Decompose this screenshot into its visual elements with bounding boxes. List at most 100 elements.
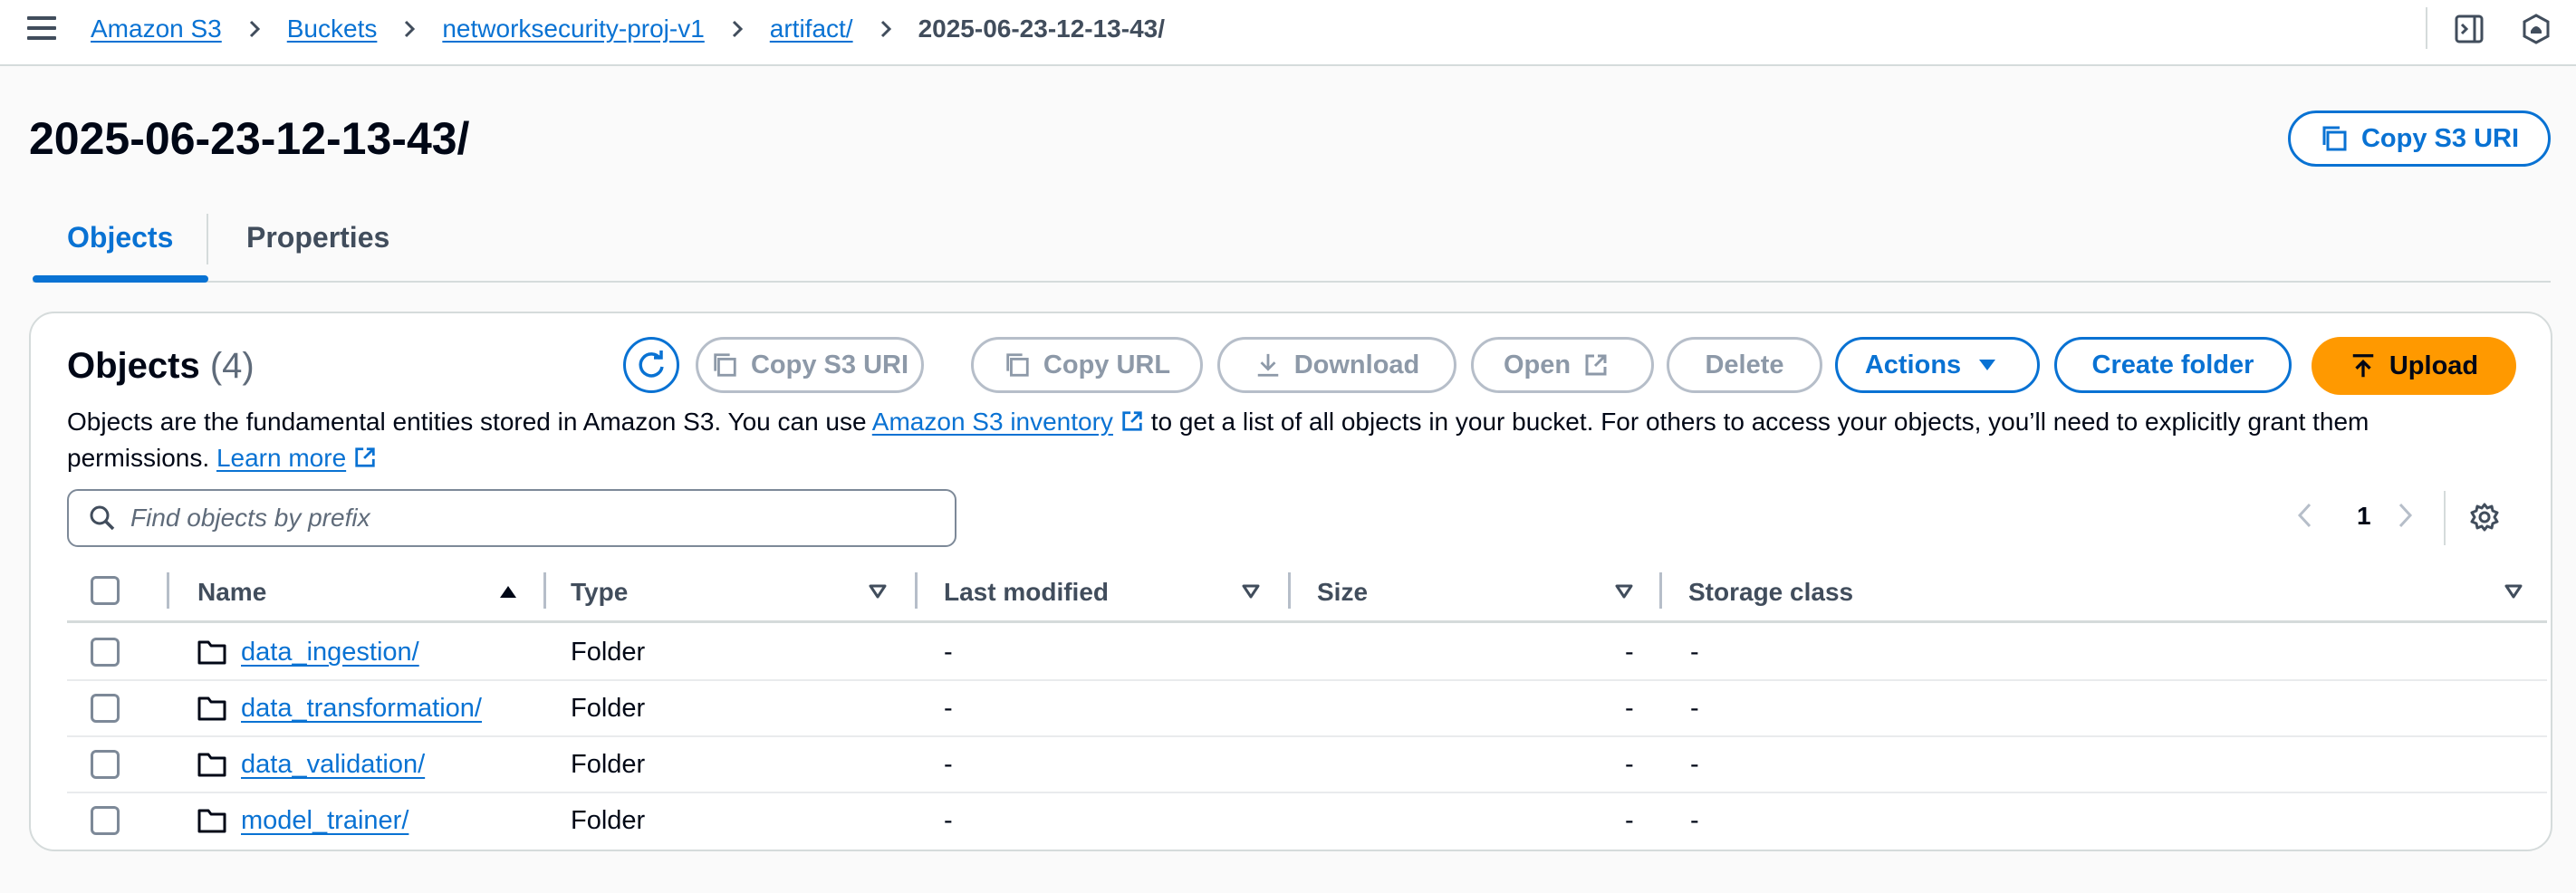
object-type: Folder (571, 750, 646, 779)
row-checkbox[interactable] (91, 694, 120, 723)
column-divider (915, 572, 918, 609)
object-name-link[interactable]: data_transformation/ (241, 694, 482, 724)
column-header-name[interactable]: Name (197, 578, 266, 607)
pager-divider (2444, 491, 2446, 545)
chevron-right-icon (728, 20, 746, 38)
search-input[interactable] (130, 504, 909, 533)
actions-label: Actions (1864, 350, 1962, 379)
column-divider (1288, 572, 1291, 609)
sort-ascending-icon[interactable] (498, 583, 518, 600)
external-link-icon (1122, 411, 1142, 431)
external-link-icon (1585, 354, 1607, 376)
copy-icon (2322, 126, 2347, 151)
sort-icon[interactable] (1241, 583, 1261, 600)
objects-description: Objects are the fundamental entities sto… (67, 404, 2513, 476)
upload-button[interactable]: Upload (2312, 337, 2516, 395)
column-header-size[interactable]: Size (1317, 578, 1368, 607)
chevron-left-icon[interactable] (2295, 502, 2313, 533)
copy-url-button[interactable]: Copy URL (971, 337, 1203, 393)
table-row: model_trainer/ Folder - - - (67, 793, 2547, 850)
refresh-icon (639, 350, 664, 378)
row-checkbox[interactable] (91, 806, 120, 835)
column-divider (167, 572, 169, 609)
create-folder-label: Create folder (2091, 350, 2254, 379)
objects-count: (4) (209, 346, 255, 386)
breadcrumb: Amazon S3 Buckets networksecurity-proj-v… (91, 13, 1165, 45)
object-size: - (1625, 694, 1634, 723)
menu-icon[interactable] (27, 16, 56, 40)
column-header-last-modified[interactable]: Last modified (944, 578, 1109, 607)
refresh-button[interactable] (623, 337, 679, 393)
upload-label: Upload (2389, 350, 2479, 380)
sort-icon[interactable] (868, 583, 888, 600)
object-last-modified: - (944, 638, 953, 667)
copy-s3-uri-label: Copy S3 URI (2360, 123, 2520, 153)
copy-s3-uri-header-button[interactable]: Copy S3 URI (2288, 110, 2551, 167)
sort-icon[interactable] (2504, 583, 2523, 600)
column-header-storage-class[interactable]: Storage class (1688, 578, 1853, 607)
object-storage-class: - (1690, 638, 1699, 667)
objects-panel: Objects (4) Copy S3 URI Copy URL Downloa… (29, 312, 2552, 851)
breadcrumb-buckets[interactable]: Buckets (287, 14, 378, 43)
object-name-link[interactable]: data_ingestion/ (241, 638, 419, 667)
object-last-modified: - (944, 750, 953, 779)
row-checkbox[interactable] (91, 638, 120, 667)
table-header: Name Type Last modified Size Storage cla… (67, 567, 2547, 623)
tabs: Objects Properties (33, 212, 2551, 283)
open-button[interactable]: Open (1471, 337, 1654, 393)
copy-s3-uri-label: Copy S3 URI (750, 350, 909, 379)
table-row: data_transformation/ Folder - - - (67, 681, 2547, 737)
notification-icon[interactable] (2520, 13, 2552, 45)
folder-icon (197, 640, 226, 665)
tab-properties[interactable]: Properties (246, 221, 389, 254)
object-last-modified: - (944, 694, 953, 723)
object-name-link[interactable]: data_validation/ (241, 750, 425, 780)
download-button[interactable]: Download (1217, 337, 1456, 393)
chevron-right-icon (877, 20, 895, 38)
select-all-checkbox[interactable] (91, 576, 120, 605)
page-number[interactable]: 1 (2357, 502, 2371, 531)
upload-icon (2352, 354, 2374, 378)
topbar-divider (2426, 7, 2427, 49)
column-header-type[interactable]: Type (571, 578, 628, 607)
delete-label: Delete (1705, 350, 1784, 379)
object-type: Folder (571, 806, 646, 835)
breadcrumb-bucket[interactable]: networksecurity-proj-v1 (442, 14, 704, 43)
download-label: Download (1293, 350, 1420, 379)
search-box (67, 489, 956, 547)
object-last-modified: - (944, 806, 953, 835)
breadcrumb-current: 2025-06-23-12-13-43/ (918, 14, 1166, 43)
chevron-right-icon (400, 20, 418, 38)
object-name-link[interactable]: model_trainer/ (241, 806, 409, 836)
open-label: Open (1503, 350, 1572, 379)
folder-icon (197, 809, 226, 833)
breadcrumb-artifact[interactable]: artifact/ (770, 14, 853, 43)
sort-icon[interactable] (1614, 583, 1634, 600)
breadcrumb-amazon-s3[interactable]: Amazon S3 (91, 14, 222, 43)
object-type: Folder (571, 694, 646, 723)
caret-down-icon (1979, 360, 1996, 370)
download-icon (1257, 353, 1278, 377)
learn-more-link[interactable]: Learn more (216, 444, 346, 472)
table-row: data_ingestion/ Folder - - - (67, 625, 2547, 681)
inventory-link[interactable]: Amazon S3 inventory (872, 408, 1113, 436)
tab-objects[interactable]: Objects (67, 221, 173, 254)
row-checkbox[interactable] (91, 750, 120, 779)
gear-icon[interactable] (2469, 502, 2500, 537)
column-divider (1659, 572, 1662, 609)
folder-icon (197, 753, 226, 777)
active-tab-indicator (33, 275, 208, 283)
objects-heading: Objects (4) (67, 346, 255, 387)
folder-icon (197, 696, 226, 721)
create-folder-button[interactable]: Create folder (2054, 337, 2292, 393)
side-panel-icon[interactable] (2453, 13, 2485, 45)
actions-dropdown[interactable]: Actions (1835, 337, 2040, 393)
copy-s3-uri-button[interactable]: Copy S3 URI (696, 337, 924, 393)
delete-button[interactable]: Delete (1667, 337, 1822, 393)
object-storage-class: - (1690, 806, 1699, 835)
chevron-right-icon[interactable] (2397, 502, 2415, 533)
top-navigation-bar: Amazon S3 Buckets networksecurity-proj-v… (0, 0, 2576, 66)
description-text: Objects are the fundamental entities sto… (67, 408, 867, 436)
page-title: 2025-06-23-12-13-43/ (29, 113, 470, 164)
object-storage-class: - (1690, 694, 1699, 723)
